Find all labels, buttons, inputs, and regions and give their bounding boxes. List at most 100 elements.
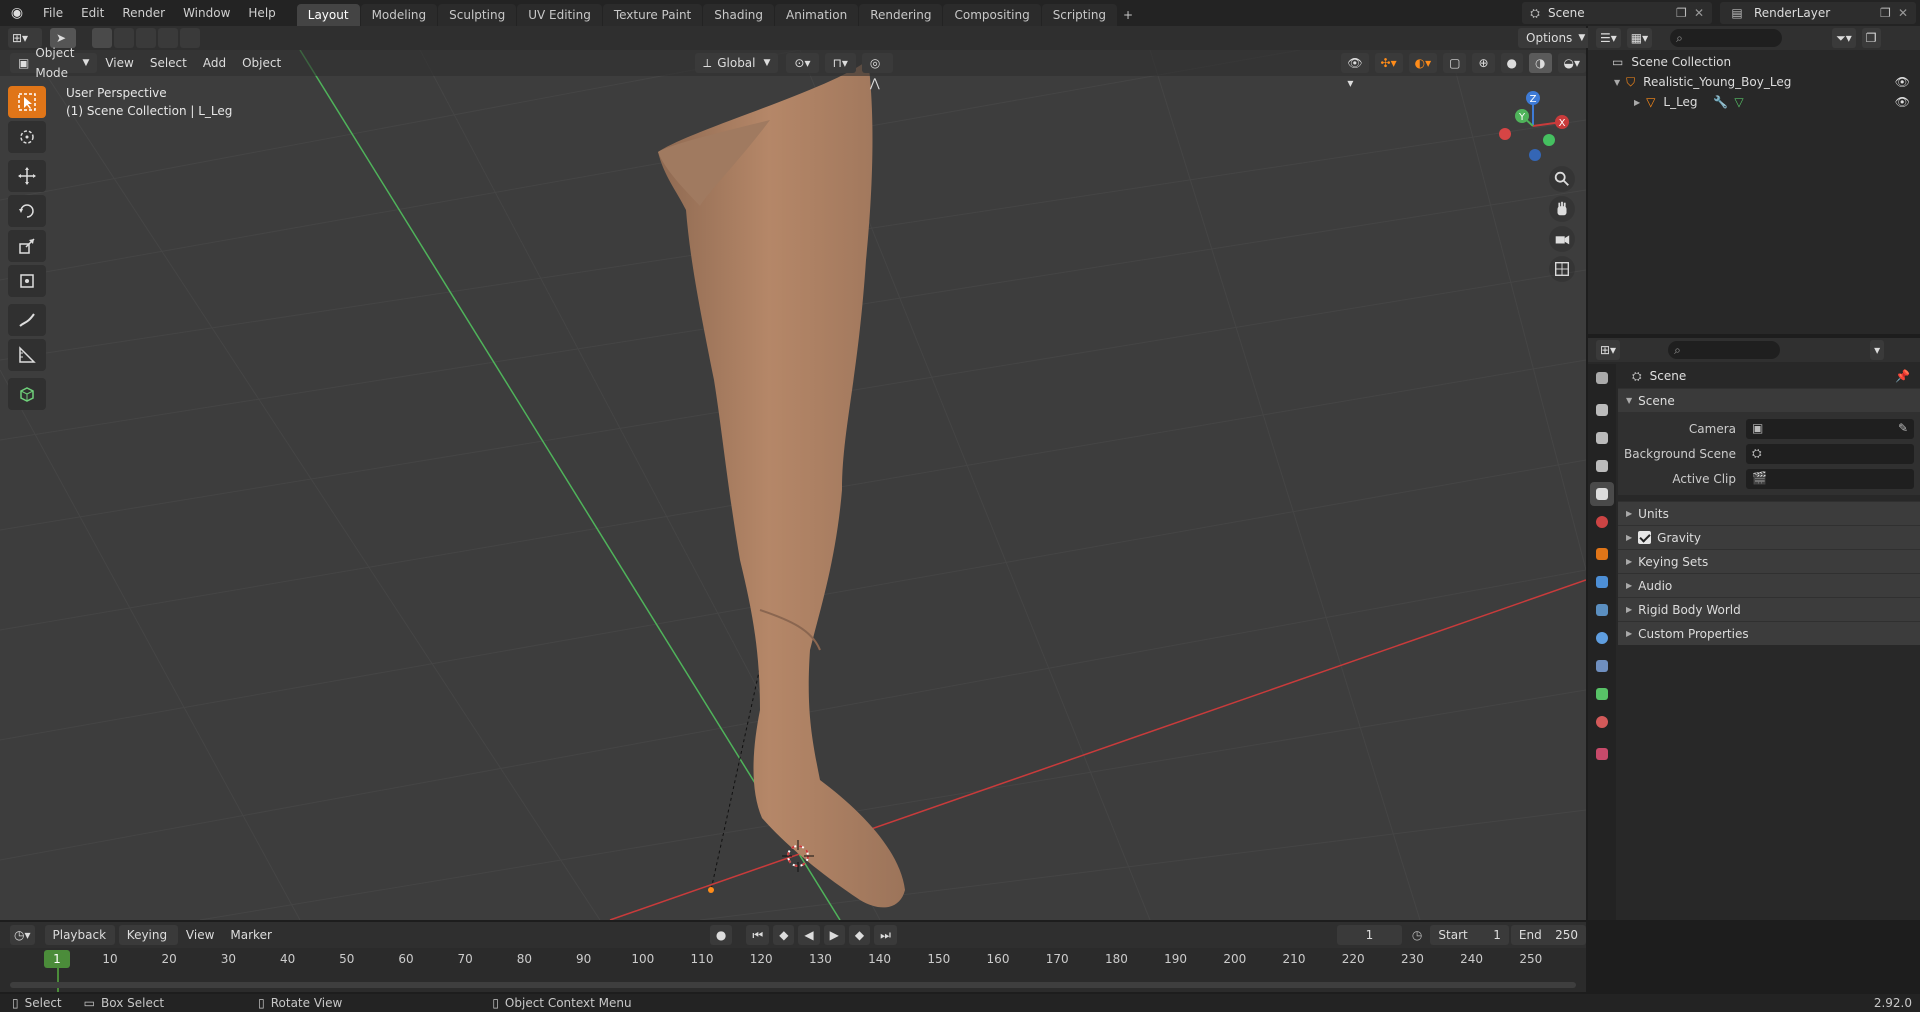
output-tab-icon[interactable] (1590, 426, 1614, 450)
tab-shading[interactable]: Shading (703, 4, 774, 26)
collapse-arrow-icon[interactable]: ▶ (1634, 98, 1640, 107)
keying-sets-panel[interactable]: ▶ Keying Sets (1618, 549, 1920, 573)
outliner-search-input[interactable]: ⌕ (1670, 29, 1783, 47)
record-icon[interactable]: ● (709, 925, 733, 945)
properties-search-input[interactable]: ⌕ (1668, 341, 1781, 359)
constraints-tab-icon[interactable] (1590, 654, 1614, 678)
rigid-body-world-panel[interactable]: ▶ Rigid Body World (1618, 597, 1920, 621)
annotate-tool-icon[interactable] (8, 304, 46, 336)
menu-render[interactable]: Render (113, 0, 174, 26)
3d-viewport[interactable]: Z X Y User Perspective (1) Scene Collect… (0, 50, 1586, 920)
add-menu[interactable]: Add (195, 51, 234, 75)
blender-logo-icon[interactable]: ◉ (0, 5, 34, 21)
add-workspace-button[interactable]: + (1118, 4, 1138, 26)
gizmo-toggle-icon[interactable]: ✣▾ (1374, 53, 1403, 73)
tab-animation[interactable]: Animation (775, 4, 859, 26)
current-frame-field[interactable]: 1 (1336, 925, 1402, 945)
render-tab-icon[interactable] (1590, 398, 1614, 422)
eyedropper-icon[interactable]: ✎ (1898, 421, 1908, 435)
wireframe-shading-icon[interactable]: ⊕ (1472, 53, 1495, 73)
pan-hand-icon[interactable] (1549, 196, 1575, 222)
display-mode-icon[interactable]: ▦▾ (1626, 28, 1653, 48)
measure-tool-icon[interactable] (8, 339, 46, 371)
select-box-tool-icon[interactable] (8, 86, 46, 118)
perspective-grid-icon[interactable] (1549, 256, 1575, 282)
visibility-icon[interactable]: 👁▾ (1341, 53, 1369, 90)
intersect-selection-icon[interactable] (180, 28, 200, 48)
menu-window[interactable]: Window (174, 0, 239, 26)
new-collection-icon[interactable]: ❐ (1861, 28, 1881, 48)
view-menu[interactable]: View (97, 51, 141, 75)
view-layer-selector[interactable]: ▤ RenderLayer ❐ ✕ (1720, 2, 1916, 24)
particles-tab-icon[interactable] (1590, 598, 1614, 622)
scale-tool-icon[interactable] (8, 230, 46, 262)
modifier-tab-icon[interactable] (1590, 570, 1614, 594)
camera-field[interactable]: ▣ ✎ (1746, 418, 1914, 439)
material-tab-icon[interactable] (1590, 710, 1614, 734)
scene-selector[interactable]: ⛭ Scene ❐ ✕ (1522, 2, 1712, 24)
copy-layer-icon[interactable]: ❐ (1880, 6, 1898, 20)
tab-layout[interactable]: Layout (296, 4, 360, 26)
tab-scripting[interactable]: Scripting (1041, 4, 1118, 26)
cursor-tool-icon[interactable] (8, 121, 46, 153)
close-layer-icon[interactable]: ✕ (1898, 6, 1916, 20)
tab-modeling[interactable]: Modeling (360, 4, 438, 26)
move-tool-icon[interactable] (8, 160, 46, 192)
pin-icon[interactable]: 📌 (1895, 369, 1910, 383)
custom-properties-panel[interactable]: ▶ Custom Properties (1618, 621, 1920, 645)
timeline-editor-icon[interactable]: ◷▾ (10, 925, 35, 945)
close-icon[interactable]: ✕ (1694, 6, 1712, 20)
object-tab-icon[interactable] (1590, 542, 1614, 566)
next-keyframe-icon[interactable]: ◆ (848, 925, 871, 945)
visibility-eye-icon[interactable]: 👁 (1895, 75, 1910, 89)
invert-selection-icon[interactable] (158, 28, 178, 48)
proportional-edit-icon[interactable]: ◎ ⋀ (861, 53, 894, 90)
end-frame-field[interactable]: End 250 (1510, 925, 1586, 945)
menu-file[interactable]: File (34, 0, 72, 26)
select-menu[interactable]: Select (142, 51, 195, 75)
expand-arrow-icon[interactable]: ▼ (1614, 78, 1620, 87)
tool-tab-icon[interactable] (1590, 366, 1614, 390)
scene-panel-header[interactable]: ▼ Scene (1618, 388, 1920, 412)
timeline-scrollbar[interactable] (10, 982, 1576, 988)
subtract-selection-icon[interactable] (136, 28, 156, 48)
overlay-toggle-icon[interactable]: ◐▾ (1408, 53, 1438, 73)
add-cube-tool-icon[interactable] (8, 378, 46, 410)
view-layer-tab-icon[interactable] (1590, 454, 1614, 478)
start-frame-field[interactable]: Start 1 (1430, 925, 1509, 945)
outliner-row-collection[interactable]: ▼ ⛉ Realistic_Young_Boy_Leg 👁 (1588, 72, 1920, 92)
new-selection-icon[interactable] (92, 28, 112, 48)
keying-dropdown[interactable]: Keying ▼ (118, 925, 178, 962)
active-clip-field[interactable]: 🎬 (1746, 468, 1914, 489)
menu-edit[interactable]: Edit (72, 0, 113, 26)
units-panel[interactable]: ▶ Units (1618, 501, 1920, 525)
tab-texture-paint[interactable]: Texture Paint (602, 4, 703, 26)
prev-keyframe-icon[interactable]: ◆ (773, 925, 795, 945)
solid-shading-icon[interactable]: ● (1500, 53, 1524, 73)
zoom-icon[interactable] (1549, 166, 1575, 192)
tab-uv-editing[interactable]: UV Editing (517, 4, 602, 26)
outliner-editor-icon[interactable]: ☰▾ (1596, 28, 1621, 48)
props-options-icon[interactable]: ▾ (1870, 340, 1885, 360)
pivot-point-icon[interactable]: ⊙▾ (786, 53, 819, 73)
timeline-view-menu[interactable]: View (178, 923, 222, 947)
camera-view-icon[interactable] (1549, 226, 1575, 252)
properties-editor-icon[interactable]: ⊞▾ (1596, 340, 1621, 360)
marker-menu[interactable]: Marker (222, 923, 279, 947)
tab-sculpting[interactable]: Sculpting (438, 4, 517, 26)
object-menu[interactable]: Object (234, 51, 289, 75)
timeline[interactable]: 10 20 30 40 50 60 70 80 90 100 110 120 130 140 150 160 1… (0, 948, 1586, 992)
scene-tab-icon[interactable] (1590, 482, 1614, 506)
play-reverse-icon[interactable]: ◀ (798, 925, 820, 945)
jump-end-icon[interactable]: ⏭ (874, 925, 897, 945)
playback-dropdown[interactable]: Playback ▼ (44, 925, 115, 962)
rotate-tool-icon[interactable] (8, 195, 46, 227)
play-icon[interactable]: ▶ (823, 925, 845, 945)
gravity-panel[interactable]: ▶ Gravity (1618, 525, 1920, 549)
background-scene-field[interactable]: ⛭ (1746, 443, 1914, 464)
tab-rendering[interactable]: Rendering (859, 4, 943, 26)
navigation-gizmo[interactable]: Z X Y (1499, 91, 1569, 161)
rendered-shading-icon[interactable]: ◒▾ (1557, 53, 1586, 73)
orientation-dropdown[interactable]: ⟂ Global ▼ (695, 53, 779, 73)
outliner-row-scene-collection[interactable]: ▭ Scene Collection (1588, 52, 1920, 72)
